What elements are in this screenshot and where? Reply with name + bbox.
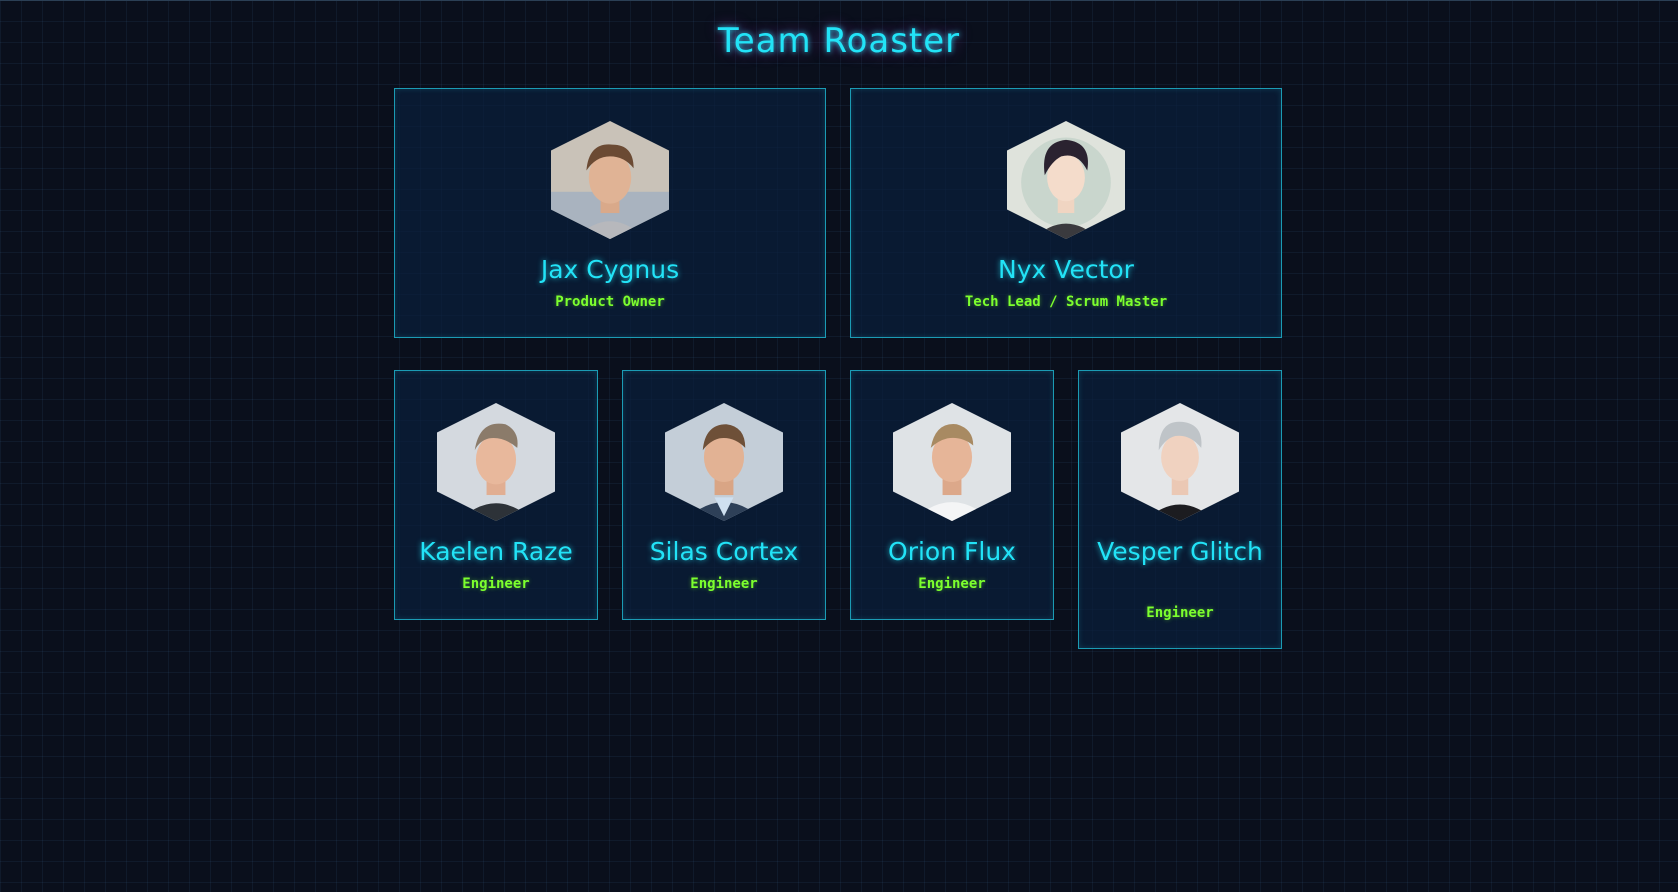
avatar-photo-icon bbox=[1121, 403, 1239, 521]
page-title: Team Roaster bbox=[717, 21, 961, 61]
member-role: Engineer bbox=[1146, 605, 1214, 621]
member-role: Engineer bbox=[462, 576, 530, 592]
member-card-engineer[interactable]: Vesper Glitch Engineer bbox=[1078, 370, 1282, 649]
member-role: Product Owner bbox=[555, 294, 665, 310]
member-card-engineer[interactable]: Kaelen Raze Engineer bbox=[394, 370, 598, 620]
member-card-tech-lead[interactable]: Nyx Vector Tech Lead / Scrum Master bbox=[850, 88, 1282, 338]
member-card-product-owner[interactable]: Jax Cygnus Product Owner bbox=[394, 88, 826, 338]
member-card-engineer[interactable]: Silas Cortex Engineer bbox=[622, 370, 826, 620]
avatar-illustration-icon bbox=[1007, 121, 1125, 239]
member-name: Nyx Vector bbox=[998, 255, 1134, 284]
member-role: Engineer bbox=[918, 576, 986, 592]
member-name: Vesper Glitch bbox=[1097, 537, 1263, 566]
member-card-engineer[interactable]: Orion Flux Engineer bbox=[850, 370, 1054, 620]
avatar-photo-icon bbox=[437, 403, 555, 521]
member-role: Tech Lead / Scrum Master bbox=[964, 294, 1168, 310]
member-name: Jax Cygnus bbox=[540, 255, 680, 284]
member-name: Kaelen Raze bbox=[419, 537, 573, 566]
avatar-photo-icon bbox=[665, 403, 783, 521]
member-role: Engineer bbox=[690, 576, 758, 592]
avatar-photo-icon bbox=[551, 121, 669, 239]
member-name: Silas Cortex bbox=[649, 537, 799, 566]
avatar-photo-icon bbox=[893, 403, 1011, 521]
member-name: Orion Flux bbox=[888, 537, 1016, 566]
